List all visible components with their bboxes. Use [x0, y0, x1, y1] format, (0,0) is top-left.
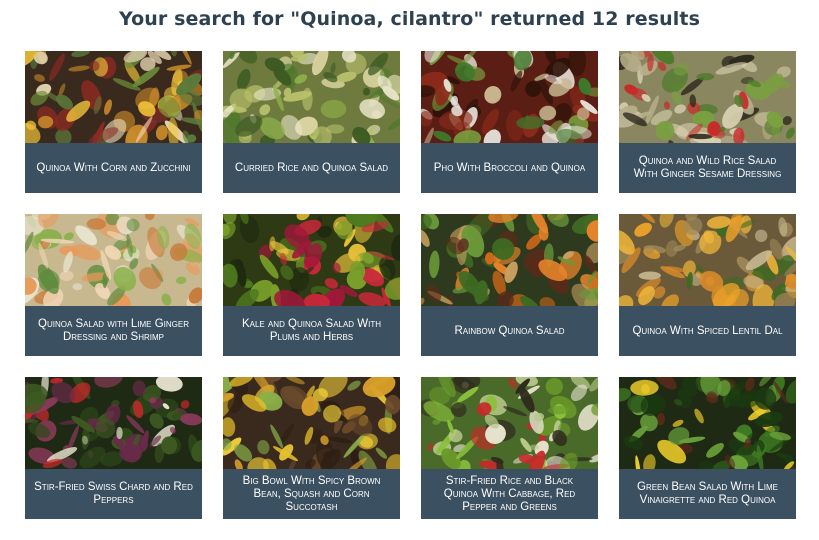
- recipe-title[interactable]: Quinoa With Corn and Zucchini: [25, 143, 202, 193]
- recipe-photo[interactable]: [25, 377, 202, 469]
- recipe-title[interactable]: Stir-Fried Swiss Chard and Red Peppers: [25, 469, 202, 519]
- recipe-title[interactable]: Curried Rice and Quinoa Salad: [223, 143, 400, 193]
- recipe-photo[interactable]: [223, 377, 400, 469]
- recipe-photo[interactable]: [223, 214, 400, 306]
- recipe-photo[interactable]: [619, 51, 796, 143]
- results-heading: Your search for "Quinoa, cilantro" retur…: [119, 8, 700, 30]
- recipe-title[interactable]: Green Bean Salad With Lime Vinaigrette a…: [619, 469, 796, 519]
- recipe-photo[interactable]: [421, 51, 598, 143]
- recipe-title[interactable]: Quinoa With Spiced Lentil Dal: [619, 306, 796, 356]
- recipe-photo[interactable]: [421, 214, 598, 306]
- recipe-photo[interactable]: [25, 51, 202, 143]
- recipe-card[interactable]: Green Bean Salad With Lime Vinaigrette a…: [619, 377, 796, 519]
- recipe-title[interactable]: Pho With Broccoli and Quinoa: [421, 143, 598, 193]
- recipe-photo[interactable]: [223, 51, 400, 143]
- recipe-photo[interactable]: [25, 214, 202, 306]
- recipe-title[interactable]: Quinoa Salad with Lime Ginger Dressing a…: [25, 306, 202, 356]
- recipe-title[interactable]: Kale and Quinoa Salad With Plums and Her…: [223, 306, 400, 356]
- recipe-card[interactable]: Quinoa Salad with Lime Ginger Dressing a…: [25, 214, 202, 356]
- recipe-card[interactable]: Stir-Fried Rice and Black Quinoa With Ca…: [421, 377, 598, 519]
- recipe-card[interactable]: Quinoa With Corn and Zucchini: [25, 51, 202, 193]
- search-results-page: Your search for "Quinoa, cilantro" retur…: [0, 0, 819, 540]
- recipe-title[interactable]: Big Bowl With Spicy Brown Bean, Squash a…: [223, 469, 400, 519]
- recipe-card[interactable]: Rainbow Quinoa Salad: [421, 214, 598, 356]
- recipe-card[interactable]: Big Bowl With Spicy Brown Bean, Squash a…: [223, 377, 400, 519]
- recipe-title[interactable]: Rainbow Quinoa Salad: [421, 306, 598, 356]
- recipe-card[interactable]: Quinoa and Wild Rice Salad With Ginger S…: [619, 51, 796, 193]
- recipe-card[interactable]: Curried Rice and Quinoa Salad: [223, 51, 400, 193]
- recipe-photo[interactable]: [421, 377, 598, 469]
- recipe-card[interactable]: Pho With Broccoli and Quinoa: [421, 51, 598, 193]
- recipe-card[interactable]: Stir-Fried Swiss Chard and Red Peppers: [25, 377, 202, 519]
- recipe-photo[interactable]: [619, 377, 796, 469]
- results-grid: Quinoa With Corn and Zucchini Curried Ric…: [25, 51, 796, 519]
- recipe-title[interactable]: Quinoa and Wild Rice Salad With Ginger S…: [619, 143, 796, 193]
- recipe-photo[interactable]: [619, 214, 796, 306]
- recipe-title[interactable]: Stir-Fried Rice and Black Quinoa With Ca…: [421, 469, 598, 519]
- recipe-card[interactable]: Quinoa With Spiced Lentil Dal: [619, 214, 796, 356]
- recipe-card[interactable]: Kale and Quinoa Salad With Plums and Her…: [223, 214, 400, 356]
